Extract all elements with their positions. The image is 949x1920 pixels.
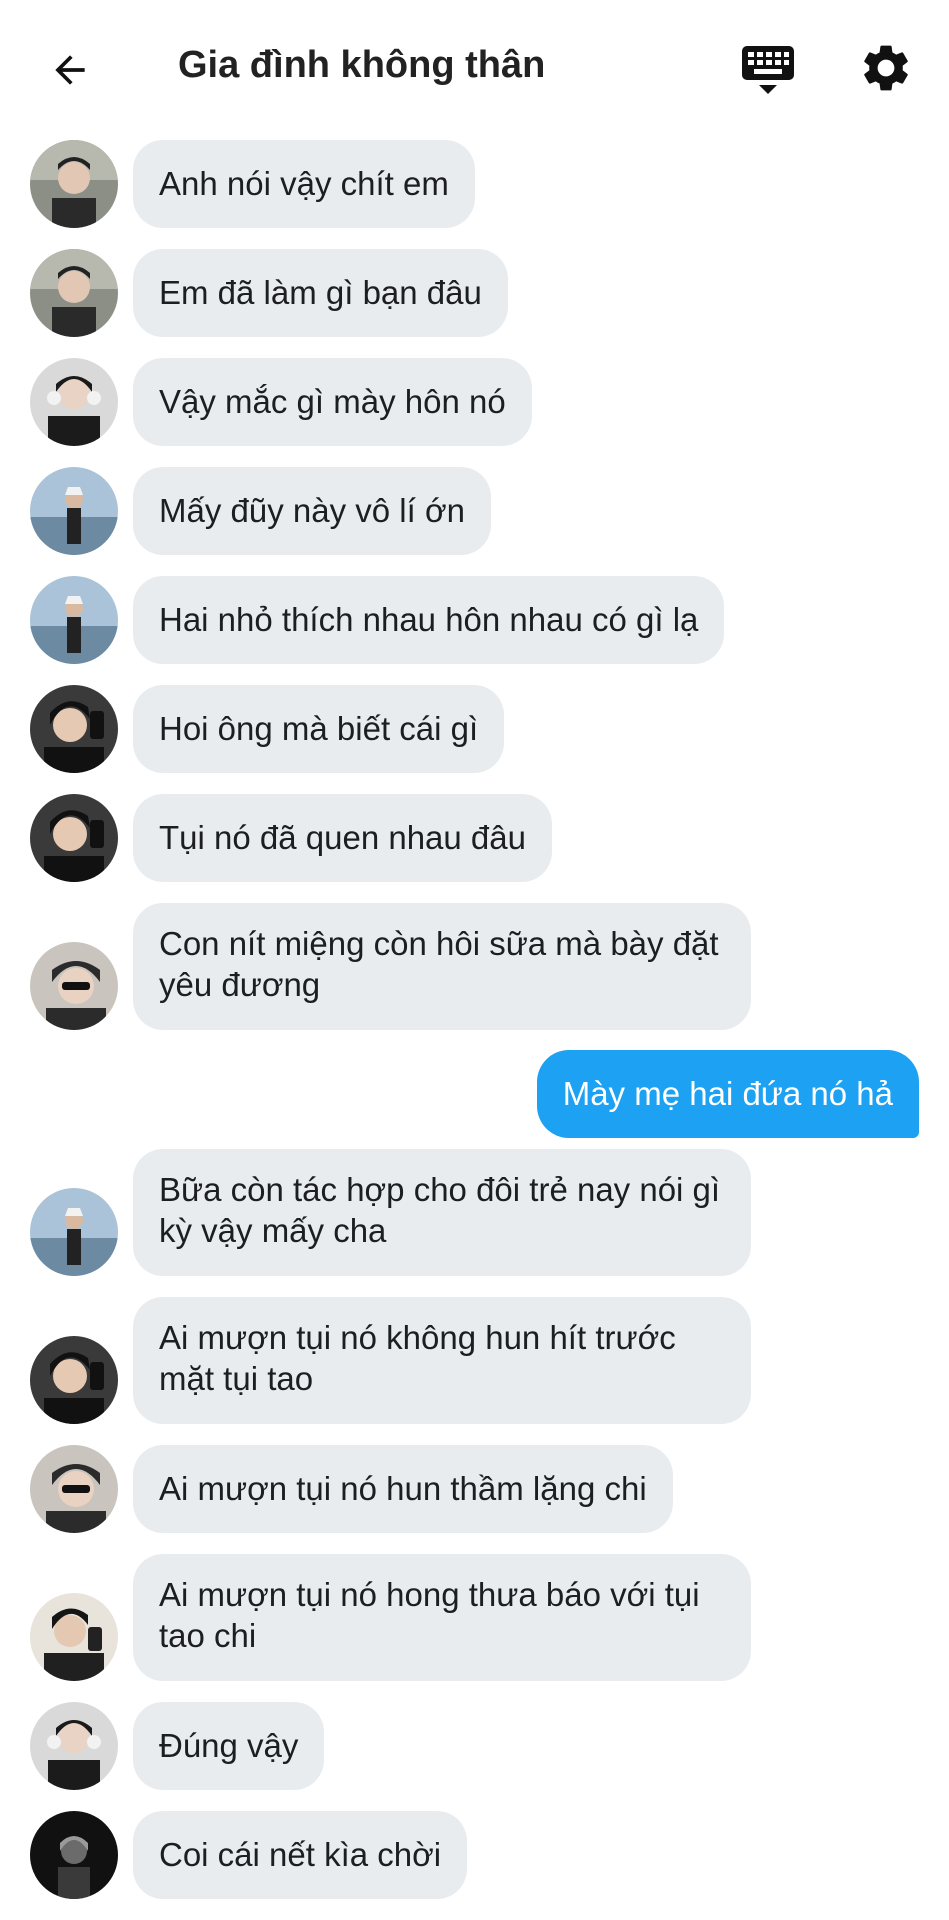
message-bubble-outgoing[interactable]: Mày mẹ hai đứa nó hả	[536, 1050, 919, 1138]
avatar[interactable]	[30, 1445, 118, 1533]
chat-header: Gia đình không thân	[0, 0, 949, 136]
avatar[interactable]	[30, 1336, 118, 1424]
avatar[interactable]	[30, 794, 118, 882]
settings-button[interactable]	[858, 40, 918, 100]
message-bubble[interactable]: Coi cái nết kìa chời	[133, 1811, 468, 1899]
message-bubble[interactable]: Hoi ông mà biết cái gì	[133, 685, 505, 773]
message-bubble[interactable]: Bữa còn tác hợp cho đôi trẻ nay nói gì k…	[133, 1149, 751, 1276]
message-bubble[interactable]: Hai nhỏ thích nhau hôn nhau có gì lạ	[133, 576, 725, 664]
chat-title: Gia đình không thân	[178, 44, 546, 86]
message-bubble[interactable]: Vậy mắc gì mày hôn nó	[133, 358, 532, 446]
message-bubble[interactable]: Mấy đũy này vô lí ớn	[133, 467, 491, 555]
avatar[interactable]	[30, 1188, 118, 1276]
back-button[interactable]	[40, 40, 100, 100]
message-bubble[interactable]: Ai mượn tụi nó không hun hít trước mặt t…	[133, 1297, 751, 1424]
keyboard-icon	[742, 46, 794, 94]
avatar[interactable]	[30, 467, 118, 555]
avatar[interactable]	[30, 942, 118, 1030]
message-bubble[interactable]: Ai mượn tụi nó hun thầm lặng chi	[133, 1445, 673, 1533]
avatar[interactable]	[30, 249, 118, 337]
avatar[interactable]	[30, 1593, 118, 1681]
avatar[interactable]	[30, 1702, 118, 1790]
message-bubble[interactable]: Tụi nó đã quen nhau đâu	[133, 794, 552, 882]
message-bubble[interactable]: Em đã làm gì bạn đâu	[133, 249, 508, 337]
avatar[interactable]	[30, 1811, 118, 1899]
message-bubble[interactable]: Ai mượn tụi nó hong thưa báo với tụi tao…	[133, 1554, 751, 1681]
message-bubble[interactable]: Đúng vậy	[133, 1702, 325, 1790]
avatar[interactable]	[30, 140, 118, 228]
gear-icon	[864, 45, 908, 91]
avatar[interactable]	[30, 576, 118, 664]
avatar[interactable]	[30, 358, 118, 446]
avatar[interactable]	[30, 685, 118, 773]
arrow-left-icon	[55, 55, 85, 85]
message-bubble[interactable]: Con nít miệng còn hôi sữa mà bày đặt yêu…	[133, 903, 751, 1030]
keyboard-button[interactable]	[740, 42, 800, 102]
message-bubble[interactable]: Anh nói vậy chít em	[133, 140, 475, 228]
